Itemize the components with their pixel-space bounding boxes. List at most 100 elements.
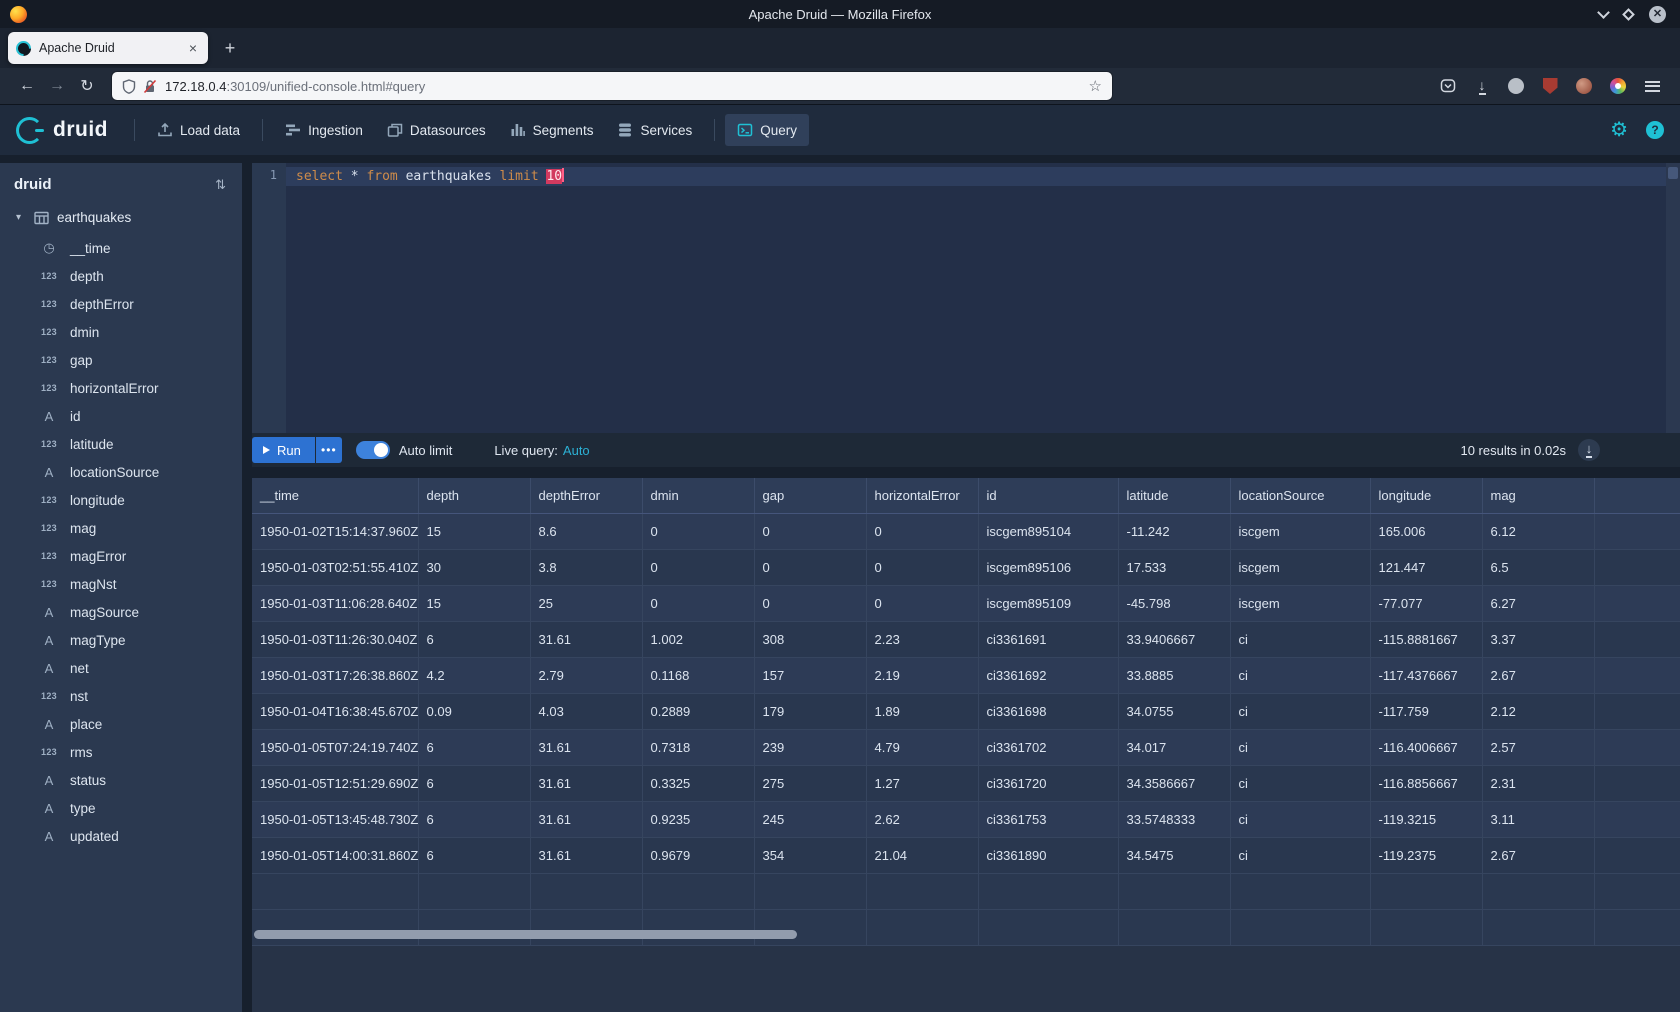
table-row[interactable]: 1950-01-03T17:26:38.860Z4.22.790.1168157… [252, 657, 1680, 693]
nav-segments[interactable]: Segments [498, 114, 606, 146]
run-more-button[interactable]: ••• [316, 437, 342, 463]
column-header-longitude[interactable]: longitude [1370, 478, 1482, 513]
sidebar-column-horizontalError[interactable]: 123horizontalError [0, 374, 242, 402]
reload-button[interactable]: ↻ [72, 72, 102, 100]
sidebar-column-longitude[interactable]: 123longitude [0, 486, 242, 514]
account-extension-icon[interactable] [1506, 76, 1526, 96]
column-header-latitude[interactable]: latitude [1118, 478, 1230, 513]
sidebar-column-magError[interactable]: 123magError [0, 542, 242, 570]
schema-switch-icon[interactable]: ⇅ [215, 177, 226, 193]
table-cell [1594, 837, 1680, 873]
table-row[interactable]: 1950-01-05T14:00:31.860Z631.610.96793542… [252, 837, 1680, 873]
column-header-__time[interactable]: __time [252, 478, 418, 513]
editor-scrollbar-thumb[interactable] [1668, 167, 1678, 179]
column-header-depthError[interactable]: depthError [530, 478, 642, 513]
sidebar-column-__time[interactable]: ◷__time [0, 234, 242, 262]
downloads-icon[interactable]: ↓ [1472, 76, 1492, 96]
sidebar-column-mag[interactable]: 123mag [0, 514, 242, 542]
run-button[interactable]: Run [252, 437, 315, 463]
pocket-icon[interactable] [1438, 76, 1458, 96]
insecure-lock-icon[interactable] [143, 79, 157, 94]
new-tab-button[interactable]: + [216, 34, 244, 62]
sidebar-column-magNst[interactable]: 123magNst [0, 570, 242, 598]
nav-datasources[interactable]: Datasources [375, 114, 498, 146]
sidebar-column-net[interactable]: Anet [0, 654, 242, 682]
column-header-id[interactable]: id [978, 478, 1118, 513]
shield-icon[interactable] [122, 79, 136, 94]
sidebar-column-place[interactable]: Aplace [0, 710, 242, 738]
empty-cell [642, 873, 754, 909]
bookmark-star-icon[interactable]: ☆ [1089, 77, 1102, 95]
sidebar-column-dmin[interactable]: 123dmin [0, 318, 242, 346]
sidebar-column-nst[interactable]: 123nst [0, 682, 242, 710]
live-query-value[interactable]: Auto [563, 443, 590, 458]
sidebar-column-depthError[interactable]: 123depthError [0, 290, 242, 318]
sidebar-column-rms[interactable]: 123rms [0, 738, 242, 766]
table-cell: 15 [418, 585, 530, 621]
table-row[interactable]: 1950-01-02T15:14:37.960Z158.6000iscgem89… [252, 513, 1680, 549]
help-icon[interactable]: ? [1646, 121, 1664, 139]
table-cell: ci [1230, 657, 1370, 693]
datasource-earthquakes[interactable]: ▾ earthquakes [0, 204, 242, 231]
nav-query[interactable]: Query [725, 114, 809, 146]
sidebar-column-id[interactable]: Aid [0, 402, 242, 430]
sql-code-line[interactable]: select * from earthquakes limit 10 [296, 167, 564, 186]
druid-brand[interactable]: druid [53, 118, 108, 142]
sidebar-column-latitude[interactable]: 123latitude [0, 430, 242, 458]
table-row[interactable]: 1950-01-05T13:45:48.730Z631.610.92352452… [252, 801, 1680, 837]
sidebar-column-locationSource[interactable]: AlocationSource [0, 458, 242, 486]
column-header-horizontalError[interactable]: horizontalError [866, 478, 978, 513]
tab-apache-druid[interactable]: Apache Druid × [8, 32, 208, 64]
table-row[interactable]: 1950-01-04T16:38:45.670Z0.094.030.288917… [252, 693, 1680, 729]
empty-cell [1370, 873, 1482, 909]
sidebar-column-status[interactable]: Astatus [0, 766, 242, 794]
sidebar-column-depth[interactable]: 123depth [0, 262, 242, 290]
tab-title: Apache Druid [39, 41, 186, 55]
sidebar-column-type[interactable]: Atype [0, 794, 242, 822]
column-header-mag[interactable]: mag [1482, 478, 1594, 513]
forward-button[interactable]: → [42, 72, 72, 100]
download-results-button[interactable]: ↓ [1578, 439, 1600, 461]
sidebar-column-updated[interactable]: Aupdated [0, 822, 242, 850]
window-minimize-icon[interactable] [1597, 6, 1610, 19]
table-row[interactable]: 1950-01-05T12:51:29.690Z631.610.33252751… [252, 765, 1680, 801]
column-header-depth[interactable]: depth [418, 478, 530, 513]
back-button[interactable]: ← [12, 72, 42, 100]
druid-logo-icon[interactable] [16, 117, 43, 144]
table-row[interactable]: 1950-01-05T07:24:19.740Z631.610.73182394… [252, 729, 1680, 765]
sql-editor[interactable]: 1 select * from earthquakes limit 10 [252, 163, 1680, 433]
horizontal-scrollbar[interactable] [254, 928, 1678, 941]
chevron-down-icon[interactable]: ▾ [16, 212, 26, 223]
sidebar-column-gap[interactable]: 123gap [0, 346, 242, 374]
tab-close-icon[interactable]: × [186, 40, 200, 56]
sidebar-column-magType[interactable]: AmagType [0, 626, 242, 654]
menu-icon[interactable] [1642, 76, 1662, 96]
url-text[interactable]: 172.18.0.4:30109/unified-console.html#qu… [165, 79, 1081, 94]
table-row[interactable]: 1950-01-03T11:26:30.040Z631.611.0023082.… [252, 621, 1680, 657]
nav-services[interactable]: Services [605, 114, 704, 146]
profile-avatar-icon[interactable] [1574, 76, 1594, 96]
sidebar-column-magSource[interactable]: AmagSource [0, 598, 242, 626]
nav-load-data[interactable]: Load data [145, 114, 252, 146]
nav-ingestion[interactable]: Ingestion [273, 114, 375, 146]
url-bar[interactable]: 172.18.0.4:30109/unified-console.html#qu… [112, 72, 1112, 100]
pinwheel-extension-icon[interactable] [1608, 76, 1628, 96]
auto-limit-toggle[interactable] [356, 441, 390, 459]
table-cell: 4.2 [418, 657, 530, 693]
column-header-locationSource[interactable]: locationSource [1230, 478, 1370, 513]
table-row[interactable]: 1950-01-03T02:51:55.410Z303.8000iscgem89… [252, 549, 1680, 585]
table-row[interactable]: 1950-01-03T11:06:28.640Z1525000iscgem895… [252, 585, 1680, 621]
table-cell [1594, 513, 1680, 549]
column-header-gap[interactable]: gap [754, 478, 866, 513]
ublock-icon[interactable] [1540, 76, 1560, 96]
ingestion-icon [285, 122, 301, 138]
schema-name[interactable]: druid [14, 176, 52, 193]
horizontal-scrollbar-thumb[interactable] [254, 930, 797, 939]
window-maximize-icon[interactable] [1622, 8, 1635, 21]
number-type-icon: 123 [38, 439, 60, 449]
editor-scrollbar[interactable] [1666, 163, 1680, 433]
settings-gear-icon[interactable]: ⚙ [1610, 120, 1628, 140]
window-close-icon[interactable]: ✕ [1649, 6, 1666, 23]
nav-label: Segments [533, 123, 594, 138]
column-header-dmin[interactable]: dmin [642, 478, 754, 513]
